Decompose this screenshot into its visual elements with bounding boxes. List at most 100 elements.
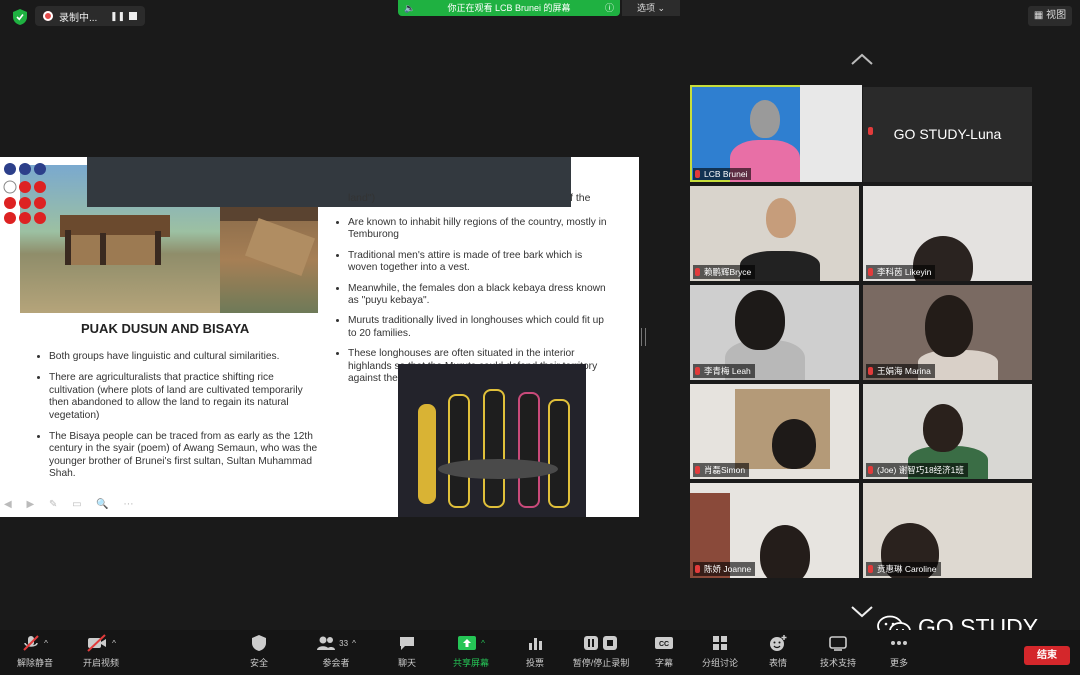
participant-name: 王娟海 Marina [866, 364, 935, 378]
microphone-muted-icon: ^ [4, 634, 66, 652]
chat-label: 聊天 [397, 658, 416, 668]
participant-name: 赖鹏辉Bryce [693, 265, 756, 279]
shared-screen-slide: PUAK DUSUN AND BISAYA Both groups have l… [0, 157, 639, 517]
screen-support-icon [807, 634, 869, 652]
video-tile[interactable]: GO STUDY-Luna [863, 87, 1032, 182]
participant-head [772, 419, 816, 469]
viewing-share-banner: 🔈 你正在观看 LCB Brunei 的屏幕 ⓘ [398, 0, 620, 16]
participants-button[interactable]: 33 ^ 参会者 [305, 634, 367, 669]
share-screen-button[interactable]: ^ 共享屏幕 [440, 634, 502, 669]
video-tile[interactable]: 王娟海 Marina [863, 285, 1032, 380]
reactions-button[interactable]: 表情 [747, 634, 809, 669]
mic-muted-icon [695, 268, 700, 276]
mic-muted-icon [866, 87, 881, 180]
polls-label: 投票 [525, 658, 544, 668]
participants-icon: 33 ^ [305, 634, 367, 652]
participant-head [750, 100, 780, 138]
start-video-button[interactable]: ^ 开启视频 [70, 634, 132, 669]
captions-button[interactable]: CC 字幕 [633, 634, 695, 669]
list-item: Muruts traditionally lived in longhouses… [348, 315, 613, 340]
breakout-rooms-button[interactable]: 分组讨论 [689, 634, 751, 669]
mic-muted-icon [868, 268, 873, 276]
left-bullet-list: Both groups have linguistic and cultural… [35, 351, 321, 490]
annotation-toolbar-icon[interactable] [3, 160, 51, 240]
video-tile[interactable]: 贲惠琳 Caroline [863, 483, 1032, 578]
view-options-label: 选项 [636, 3, 655, 13]
participant-name: 贲惠琳 Caroline [866, 562, 941, 576]
closed-caption-icon: CC [633, 634, 695, 652]
video-off-icon: ^ [70, 634, 132, 652]
shield-icon [228, 634, 290, 652]
video-tile[interactable]: 肖磊Simon [690, 384, 859, 479]
list-item: Meanwhile, the females don a black kebay… [348, 283, 613, 308]
stop-recording-icon[interactable] [129, 12, 137, 20]
participant-name: (Joe) 谢智巧18经济1班 [866, 463, 968, 477]
tech-support-button[interactable]: 技术支持 [807, 634, 869, 669]
mic-muted-icon [695, 565, 700, 573]
security-button[interactable]: 安全 [228, 634, 290, 669]
video-tile[interactable]: LCB Brunei [690, 85, 862, 182]
participant-head [760, 525, 810, 578]
view-mode-label: 视图 [1046, 10, 1067, 21]
list-item: Traditional men's attire is made of tree… [348, 250, 613, 275]
pause-stop-recording-button[interactable]: 暂停/停止录制 [568, 634, 634, 669]
participant-head [735, 290, 785, 350]
dancers-photo [398, 364, 586, 517]
cut-off-text: land") [348, 192, 376, 204]
breakout-rooms-label: 分组讨论 [701, 658, 738, 668]
chat-bubble-icon [376, 634, 438, 652]
recording-indicator[interactable]: 录制中... ❚❚ [35, 6, 145, 26]
redaction-block [87, 157, 571, 207]
mic-muted-icon [695, 170, 700, 178]
participant-count: 33 [339, 638, 349, 648]
sharing-banner-text: 你正在观看 LCB Brunei 的屏幕 [447, 3, 571, 13]
recording-dot-icon [43, 11, 53, 21]
reactions-label: 表情 [768, 658, 787, 668]
mic-muted-icon [868, 565, 873, 573]
panel-resize-handle[interactable] [641, 328, 646, 346]
pause-stop-icon [568, 634, 634, 652]
security-label: 安全 [249, 658, 268, 668]
video-tile[interactable]: 陈娇 Joanne [690, 483, 859, 578]
share-screen-label: 共享屏幕 [452, 658, 489, 668]
pause-recording-icon[interactable]: ❚❚ [110, 11, 125, 22]
video-tile[interactable]: (Joe) 谢智巧18经济1班 [863, 384, 1032, 479]
participant-head [923, 404, 963, 452]
video-tile[interactable]: 赖鹏辉Bryce [690, 186, 859, 281]
chevron-down-icon: ⌄ [657, 3, 666, 13]
slide-heading: PUAK DUSUN AND BISAYA [81, 321, 250, 336]
tech-support-label: 技术支持 [819, 658, 856, 668]
end-meeting-button[interactable]: 结束 [1024, 646, 1070, 665]
video-tile[interactable]: 李青梅 Leah [690, 285, 859, 380]
info-icon[interactable]: ⓘ [605, 0, 614, 16]
pause-stop-recording-label: 暂停/停止录制 [572, 658, 630, 668]
view-mode-button[interactable]: ▦ 视图 [1028, 6, 1072, 26]
more-label: 更多 [889, 658, 908, 668]
scroll-down-icon[interactable] [850, 604, 874, 618]
video-tile[interactable]: 李科茵 Likeyin [863, 186, 1032, 281]
smiley-add-icon [747, 634, 809, 652]
more-dots-icon [868, 634, 930, 652]
participant-name: GO STUDY-Luna [893, 126, 1002, 142]
more-button[interactable]: 更多 [868, 634, 930, 669]
list-item: Both groups have linguistic and cultural… [49, 351, 321, 363]
scroll-up-icon[interactable] [850, 52, 874, 66]
share-screen-icon: ^ [440, 634, 502, 652]
recording-label: 录制中... [59, 13, 98, 24]
participant-name: 肖磊Simon [693, 463, 750, 477]
mic-muted-icon [695, 466, 700, 474]
start-video-label: 开启视频 [82, 658, 119, 668]
unmute-label: 解除静音 [16, 658, 53, 668]
unmute-button[interactable]: ^ 解除静音 [4, 634, 66, 669]
speaker-icon: 🔈 [404, 3, 416, 13]
polls-button[interactable]: 投票 [504, 634, 566, 669]
view-options-button[interactable]: 选项 ⌄ [622, 0, 680, 16]
mic-muted-icon [868, 466, 873, 474]
mic-muted-icon [868, 367, 873, 375]
participant-name: 李科茵 Likeyin [866, 265, 936, 279]
list-item: The Bisaya people can be traced from as … [49, 431, 321, 481]
chat-button[interactable]: 聊天 [376, 634, 438, 669]
cut-off-text: f the [570, 192, 591, 204]
participant-name: LCB Brunei [693, 168, 752, 180]
slide-navigation-icons[interactable]: ◀ ▶ ✎ ▭ 🔍 ⋯ [4, 499, 140, 510]
